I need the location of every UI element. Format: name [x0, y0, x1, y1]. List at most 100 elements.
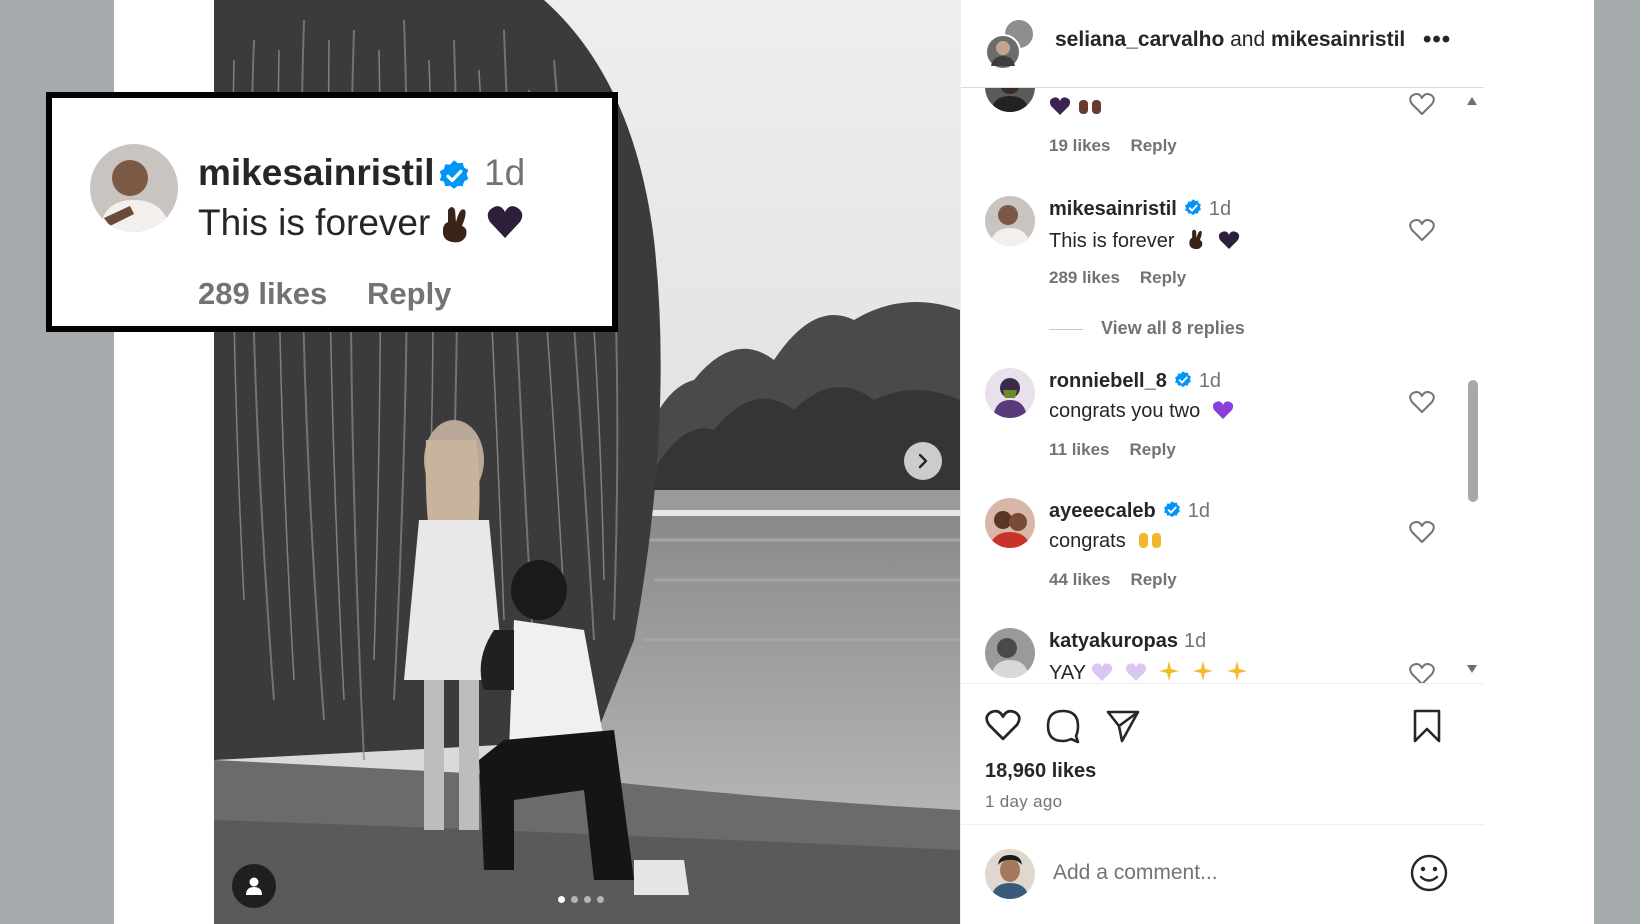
purple-heart-emoji — [1218, 231, 1239, 249]
reply-button[interactable]: Reply — [1140, 268, 1186, 287]
reply-button[interactable]: Reply — [1130, 570, 1176, 589]
avatar — [90, 144, 178, 232]
carousel-dot — [571, 896, 578, 903]
comment-meta: 44 likes Reply — [1049, 570, 1177, 590]
comment-username[interactable]: mikesainristil — [198, 152, 435, 194]
comment-username[interactable]: ayeeecaleb — [1049, 500, 1156, 522]
sparkles-emoji — [1226, 661, 1247, 681]
comment-username[interactable]: ronniebell_8 — [1049, 370, 1167, 392]
purple-heart-emoji — [1212, 401, 1233, 419]
add-comment-bar — [961, 824, 1484, 924]
comment-text — [1049, 96, 1103, 122]
verified-icon — [436, 158, 472, 199]
purple-heart-emoji — [1049, 97, 1071, 115]
heart-icon[interactable] — [1409, 662, 1435, 683]
user-tag-icon — [246, 877, 262, 895]
heart-icon[interactable] — [1409, 218, 1435, 242]
heart-icon[interactable] — [1409, 520, 1435, 544]
comment-time: 1d — [484, 152, 526, 193]
avatar[interactable] — [985, 368, 1035, 418]
comment-time: 1d — [1208, 198, 1232, 220]
sparkles-emoji — [1192, 661, 1213, 681]
sparkles-emoji — [1159, 661, 1180, 681]
more-icon[interactable]: ••• — [1423, 26, 1451, 54]
comment-header: ayeeecaleb 1d — [1049, 500, 1210, 526]
comments-list: y_ 19 likesReply mikesainristil1d This i… — [961, 88, 1484, 683]
comment-time: 1d — [1187, 500, 1211, 522]
verified-icon — [1162, 500, 1182, 526]
comment-meta: 19 likes Reply — [1049, 136, 1177, 156]
avatar[interactable] — [985, 88, 1035, 112]
comment-text: congrats you two — [1049, 400, 1201, 422]
comment-header: ronniebell_8 1d — [1049, 370, 1221, 396]
share-icon[interactable] — [1105, 708, 1141, 744]
raised-hands-emoji — [1139, 533, 1162, 548]
carousel-dot — [584, 896, 591, 903]
scroll-down-arrow[interactable] — [1466, 664, 1478, 674]
comment-zoom-callout: mikesainristil 1d This is forever 289 li… — [46, 92, 618, 332]
comment-input[interactable] — [1053, 855, 1383, 891]
heart-icon[interactable] — [1409, 92, 1435, 116]
avatar[interactable] — [985, 196, 1035, 246]
comment-text: congrats — [1049, 530, 1126, 552]
tagged-users-button[interactable] — [232, 864, 276, 908]
light-purple-heart-emoji — [1092, 663, 1113, 681]
carousel-indicator — [558, 896, 604, 903]
reply-button[interactable]: Reply — [367, 276, 451, 312]
verified-icon — [1173, 370, 1193, 396]
author-joiner: and — [1230, 28, 1266, 51]
fingers-crossed-emoji — [1189, 229, 1203, 250]
smile-icon[interactable] — [1409, 853, 1449, 893]
comment-body: congrats you two — [1049, 400, 1234, 423]
view-replies-button[interactable]: View all 8 replies — [1049, 318, 1245, 339]
comment-time: 1d — [1183, 630, 1207, 652]
post-header: seliana_carvalho and mikesainristil ••• — [961, 0, 1484, 88]
next-arrow-icon — [918, 453, 928, 469]
right-backdrop — [1594, 0, 1640, 924]
comment-likes[interactable]: 289 likes — [1049, 268, 1120, 287]
comment-likes[interactable]: 289 likes — [198, 276, 327, 312]
comment-meta: 289 likes Reply — [1049, 268, 1186, 288]
comment-header: katyakuropas 1d — [1049, 630, 1206, 653]
next-slide-button[interactable] — [904, 442, 942, 480]
comment-text: This is forever — [198, 202, 431, 243]
comment-body: YAY — [1049, 660, 1248, 683]
comment-likes[interactable]: 11 likes — [1049, 440, 1110, 459]
comment-likes[interactable]: 44 likes — [1049, 570, 1110, 589]
author-link[interactable]: mikesainristil — [1271, 28, 1405, 51]
comment-body: congrats — [1049, 530, 1163, 553]
comment-body: This is forever — [1049, 228, 1240, 253]
comment-time: 1d — [1198, 370, 1222, 392]
bookmark-icon[interactable] — [1411, 708, 1443, 744]
reply-button[interactable]: Reply — [1130, 136, 1176, 155]
heart-icon[interactable] — [1409, 390, 1435, 414]
comments-scrollbar[interactable] — [1468, 380, 1478, 502]
avatar[interactable] — [985, 628, 1035, 678]
avatar — [985, 849, 1035, 899]
comment-likes[interactable]: 19 likes — [1049, 136, 1110, 155]
heart-icon[interactable] — [985, 708, 1021, 742]
reply-button[interactable]: Reply — [1130, 440, 1176, 459]
scroll-up-arrow[interactable] — [1466, 96, 1478, 106]
comment-meta: 11 likes Reply — [1049, 440, 1176, 460]
purple-heart-emoji — [486, 204, 524, 245]
post-actions: 18,960 likes 1 day ago — [961, 683, 1484, 823]
comment-icon[interactable] — [1045, 708, 1081, 744]
comment-text: YAY — [1049, 662, 1086, 683]
light-purple-heart-emoji — [1125, 663, 1146, 681]
comment-username[interactable]: katyakuropas — [1049, 630, 1178, 652]
comment-text: This is forever — [1049, 230, 1175, 252]
author-link[interactable]: seliana_carvalho — [1055, 28, 1224, 51]
avatar[interactable] — [985, 498, 1035, 548]
post-likes-count[interactable]: 18,960 likes — [985, 760, 1096, 783]
post-timestamp[interactable]: 1 day ago — [985, 792, 1062, 812]
post-authors[interactable]: seliana_carvalho and mikesainristil — [1055, 28, 1405, 52]
verified-icon — [1183, 198, 1203, 224]
comment-username[interactable]: mikesainristil — [1049, 198, 1177, 220]
raised-hands-emoji — [1078, 100, 1101, 114]
carousel-dot — [558, 896, 565, 903]
collab-avatars[interactable] — [985, 18, 1037, 70]
comment-header: mikesainristil 1d — [1049, 198, 1231, 224]
post-sidebar: seliana_carvalho and mikesainristil ••• … — [960, 0, 1484, 924]
fingers-crossed-emoji — [438, 204, 472, 249]
